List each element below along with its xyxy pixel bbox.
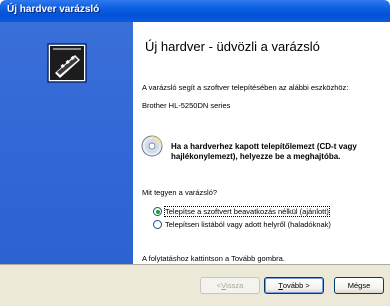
title-bar[interactable]: Új hardver varázsló xyxy=(0,0,390,22)
question-text: Mit tegyen a varázsló? xyxy=(142,188,218,197)
page-title: Új hardver - üdvözli a varázsló xyxy=(145,39,320,54)
continue-hint: A folytatáshoz kattintson a Tovább gombr… xyxy=(142,254,285,263)
back-button[interactable]: < Vissza xyxy=(200,277,260,294)
radio-advanced-install[interactable] xyxy=(153,220,162,229)
option-advanced-install[interactable]: Telepítsen listából vagy adott helyről (… xyxy=(153,220,331,229)
back-button-rest: issza xyxy=(226,281,244,290)
option-auto-install-label[interactable]: Telepítse a szoftvert beavatkozás nélkül… xyxy=(164,206,330,217)
option-advanced-install-label[interactable]: Telepítsen listából vagy adott helyről (… xyxy=(165,220,331,229)
next-button-rest: ovább > xyxy=(282,281,310,290)
window-title: Új hardver varázsló xyxy=(7,4,100,15)
wizard-content: Új hardver - üdvözli a varázsló A varázs… xyxy=(133,22,390,264)
cancel-button[interactable]: Mégse xyxy=(334,277,384,294)
wizard-side-panel xyxy=(0,22,133,264)
hardware-card-icon xyxy=(47,43,87,83)
cd-icon xyxy=(141,135,163,157)
button-bar: < Vissza Tovább > Mégse xyxy=(0,264,390,306)
next-button[interactable]: Tovább > xyxy=(264,277,324,294)
cancel-button-label: Mégse xyxy=(347,281,371,290)
cd-prompt: Ha a hardverhez kapott telepítőlemezt (C… xyxy=(171,142,357,161)
device-name: Brother HL-5250DN series xyxy=(142,101,231,110)
intro-text: A varázsló segít a szoftver telepítésébe… xyxy=(142,83,349,92)
option-auto-install[interactable]: Telepítse a szoftvert beavatkozás nélkül… xyxy=(153,206,330,217)
radio-auto-install[interactable] xyxy=(153,207,162,216)
